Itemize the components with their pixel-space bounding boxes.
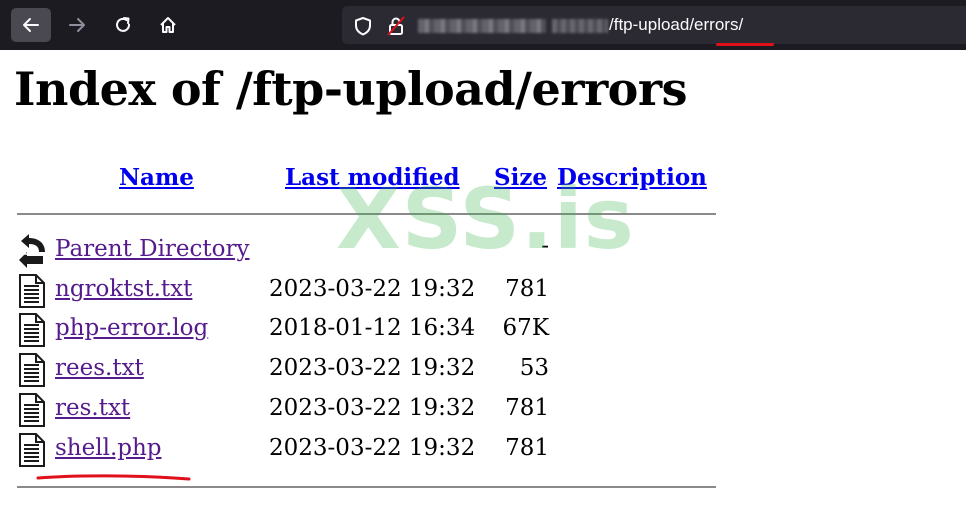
lock-icon[interactable] bbox=[387, 16, 405, 36]
text-file-icon bbox=[19, 274, 45, 308]
text-file-icon bbox=[19, 353, 45, 387]
file-link[interactable]: rees.txt bbox=[55, 355, 144, 381]
watermark: XSS.is bbox=[336, 170, 635, 268]
shell-highlight-underline bbox=[36, 474, 191, 481]
table-row: shell.php 2023-03-22 19:32 781 bbox=[0, 433, 760, 469]
redacted-host bbox=[418, 19, 546, 33]
file-link[interactable]: ngroktst.txt bbox=[55, 276, 192, 302]
file-modified: 2023-03-22 19:32 bbox=[269, 276, 476, 302]
parent-directory-link[interactable]: Parent Directory bbox=[55, 236, 250, 262]
file-size: 53 bbox=[519, 355, 549, 381]
text-file-icon bbox=[19, 313, 45, 347]
back-arrow-folder-icon bbox=[19, 234, 45, 268]
text-file-icon bbox=[19, 433, 45, 467]
table-row: res.txt 2023-03-22 19:32 781 bbox=[0, 393, 760, 429]
file-link[interactable]: php-error.log bbox=[55, 315, 208, 341]
home-button[interactable] bbox=[148, 8, 188, 42]
forward-icon bbox=[69, 18, 85, 32]
reload-button[interactable] bbox=[103, 8, 143, 42]
url-path[interactable]: /ftp-upload/errors/ bbox=[609, 15, 743, 35]
shield-icon[interactable] bbox=[354, 16, 372, 36]
url-highlight-underline bbox=[716, 43, 774, 46]
table-row: rees.txt 2023-03-22 19:32 53 bbox=[0, 353, 760, 389]
table-row: ngroktst.txt 2023-03-22 19:32 781 bbox=[0, 274, 760, 310]
file-link[interactable]: shell.php bbox=[55, 435, 162, 461]
file-modified: 2023-03-22 19:32 bbox=[269, 355, 476, 381]
redacted-host-part bbox=[552, 19, 608, 33]
file-size: 781 bbox=[505, 276, 549, 302]
browser-toolbar: /ftp-upload/errors/ bbox=[0, 0, 966, 50]
home-icon bbox=[160, 17, 176, 33]
back-icon bbox=[23, 18, 39, 32]
forward-button[interactable] bbox=[57, 8, 97, 42]
page-title: Index of /ftp-upload/errors bbox=[14, 62, 688, 116]
table-row: php-error.log 2018-01-12 16:34 67K bbox=[0, 313, 760, 349]
url-bar[interactable]: /ftp-upload/errors/ bbox=[342, 6, 966, 44]
file-size: 781 bbox=[505, 435, 549, 461]
file-link[interactable]: res.txt bbox=[55, 395, 130, 421]
text-file-icon bbox=[19, 393, 45, 427]
file-modified: 2023-03-22 19:32 bbox=[269, 395, 476, 421]
back-button[interactable] bbox=[11, 8, 51, 42]
column-header-name[interactable]: Name bbox=[119, 164, 194, 191]
file-size: 67K bbox=[502, 315, 549, 341]
reload-icon bbox=[116, 17, 131, 32]
file-modified: 2018-01-12 16:34 bbox=[269, 315, 476, 341]
bottom-divider bbox=[17, 486, 716, 488]
file-modified: 2023-03-22 19:32 bbox=[269, 435, 476, 461]
file-size: 781 bbox=[505, 395, 549, 421]
